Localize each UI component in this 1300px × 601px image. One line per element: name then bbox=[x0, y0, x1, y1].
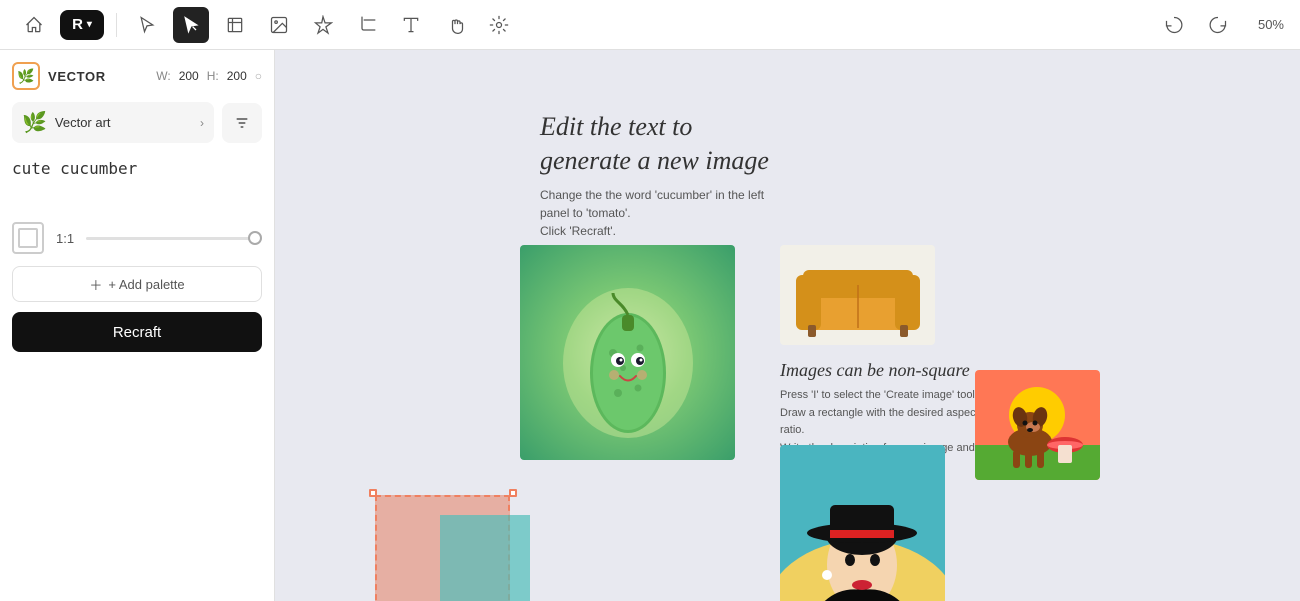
slider-container bbox=[86, 237, 262, 240]
recraft-button[interactable]: Recraft bbox=[12, 312, 262, 352]
frame-tool-button[interactable] bbox=[217, 7, 253, 43]
style-name-label: Vector art bbox=[55, 115, 111, 130]
style-selector[interactable]: 🌿 Vector art › bbox=[12, 102, 214, 143]
width-value[interactable]: 200 bbox=[179, 69, 199, 83]
vector-header: 🌿 VECTOR W: 200 H: 200 ○ bbox=[12, 62, 262, 90]
lock-icon[interactable]: ○ bbox=[255, 69, 262, 83]
add-icon: ＋ bbox=[89, 275, 102, 294]
vector-icon: 🌿 bbox=[12, 62, 40, 90]
aspect-ratio-box[interactable] bbox=[12, 222, 44, 254]
crop-tool-button[interactable] bbox=[349, 7, 385, 43]
toolbar-divider-1 bbox=[116, 13, 117, 37]
selection-handles bbox=[373, 493, 513, 601]
aspect-ratio-label: 1:1 bbox=[56, 231, 74, 246]
zoom-level: 50% bbox=[1244, 17, 1284, 32]
cursor-tool-button[interactable] bbox=[129, 7, 165, 43]
instruction-title: Edit the text togenerate a new image bbox=[540, 110, 780, 178]
toolbar-left: R ▾ bbox=[16, 7, 1148, 43]
slider-thumb[interactable] bbox=[248, 231, 262, 245]
canvas-area[interactable]: Edit the text togenerate a new image Cha… bbox=[275, 50, 1300, 601]
sofa-svg bbox=[788, 250, 928, 340]
vector-dims: W: 200 H: 200 ○ bbox=[156, 69, 262, 83]
style-preview-icon: 🌿 bbox=[22, 110, 47, 135]
hat-woman-svg bbox=[780, 445, 945, 601]
toolbar: R ▾ bbox=[0, 0, 1300, 50]
undo-button[interactable] bbox=[1156, 7, 1192, 43]
cucumber-image[interactable] bbox=[520, 245, 735, 460]
vector-plant-icon: 🌿 bbox=[17, 68, 34, 85]
toolbar-right: 50% bbox=[1156, 7, 1284, 43]
aspect-inner-box bbox=[18, 228, 38, 248]
home-button[interactable] bbox=[16, 7, 52, 43]
hand-tool-button[interactable] bbox=[437, 7, 473, 43]
text-tool-button[interactable] bbox=[393, 7, 429, 43]
recraft-label: Recraft bbox=[113, 324, 161, 341]
image-tool-button[interactable] bbox=[261, 7, 297, 43]
cucumber-svg bbox=[558, 263, 698, 443]
style-chevron-icon: › bbox=[200, 116, 204, 130]
instruction-block: Edit the text togenerate a new image Cha… bbox=[540, 110, 780, 240]
nonsquare-title: Images can be non-square bbox=[780, 360, 980, 381]
slider-track bbox=[86, 237, 262, 240]
dog-svg bbox=[975, 370, 1100, 480]
add-palette-label: + Add palette bbox=[108, 277, 184, 292]
width-label: W: bbox=[156, 69, 170, 83]
handle-top-right[interactable] bbox=[509, 489, 517, 497]
redo-button[interactable] bbox=[1200, 7, 1236, 43]
prompt-input[interactable]: cute cucumber bbox=[12, 155, 262, 201]
prompt-section: cute cucumber bbox=[12, 155, 262, 206]
instruction-body: Change the the word 'cucumber' in the le… bbox=[540, 186, 780, 240]
add-palette-button[interactable]: ＋ + Add palette bbox=[12, 266, 262, 302]
cucumber-bg bbox=[520, 245, 735, 460]
hat-woman-image[interactable] bbox=[780, 445, 945, 601]
brand-dropdown-arrow: ▾ bbox=[87, 19, 92, 30]
brand-icon: R bbox=[72, 16, 83, 33]
height-value[interactable]: 200 bbox=[227, 69, 247, 83]
handle-top-left[interactable] bbox=[369, 489, 377, 497]
filter-settings-button[interactable] bbox=[222, 103, 262, 143]
aspect-section: 1:1 bbox=[12, 222, 262, 254]
vector-label: VECTOR bbox=[48, 69, 106, 84]
vector-tool-button[interactable] bbox=[305, 7, 341, 43]
left-panel: 🌿 VECTOR W: 200 H: 200 ○ 🌿 Vector art › … bbox=[0, 50, 275, 601]
brand-button[interactable]: R ▾ bbox=[60, 10, 104, 40]
height-label: H: bbox=[207, 69, 219, 83]
dog-image[interactable] bbox=[975, 370, 1100, 480]
style-row: 🌿 Vector art › bbox=[12, 102, 262, 143]
sofa-image[interactable] bbox=[780, 245, 935, 345]
select-tool-button[interactable] bbox=[173, 7, 209, 43]
aspect-row: 1:1 bbox=[12, 222, 262, 254]
canvas-content: Edit the text togenerate a new image Cha… bbox=[275, 50, 1300, 601]
extra-tool-button[interactable] bbox=[481, 7, 517, 43]
